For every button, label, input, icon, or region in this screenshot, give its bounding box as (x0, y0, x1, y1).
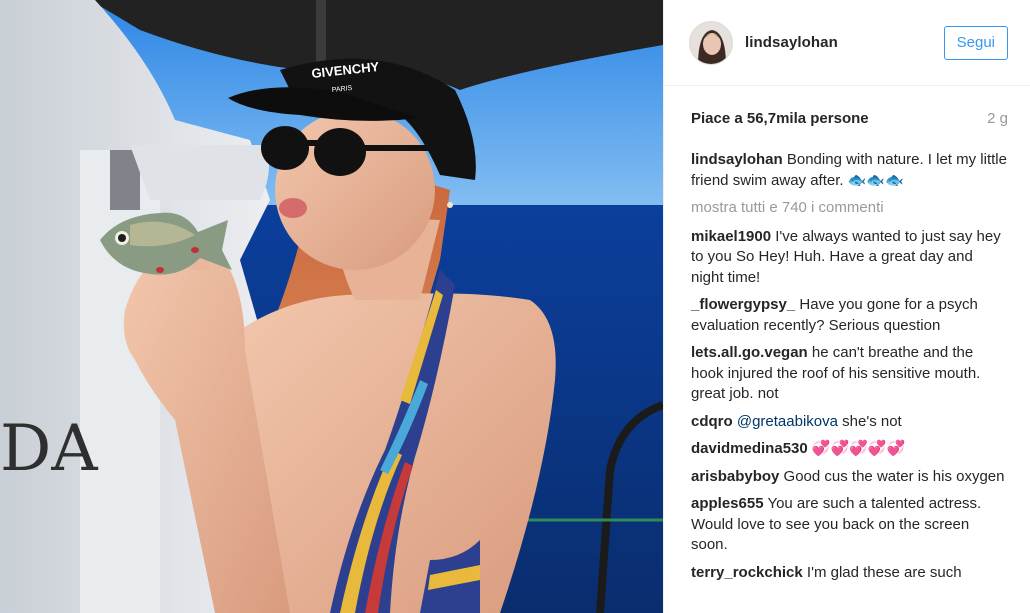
comment-username[interactable]: lets.all.go.vegan (691, 344, 808, 361)
comment-text: she's not (842, 412, 902, 430)
comment-username[interactable]: mikael1900 (691, 228, 771, 245)
comments-fade (664, 583, 1030, 613)
avatar[interactable] (689, 20, 733, 65)
comment: cdqro @gretaabikova she's not (691, 412, 1008, 433)
caption: lindsaylohan Bonding with nature. I let … (691, 150, 1008, 191)
username[interactable]: lindsaylohan (745, 34, 944, 51)
comment-username[interactable]: arisbabyboy (691, 468, 779, 485)
caption-username[interactable]: lindsaylohan (691, 151, 783, 168)
post-header: lindsaylohan Segui (664, 0, 1030, 86)
comment: lets.all.go.vegan he can't breathe and t… (691, 343, 1008, 405)
comment: arisbabyboy Good cus the water is his ox… (691, 467, 1008, 488)
instagram-post: DA GIVENCHY PARIS lindsaylohan Segui Pia… (0, 0, 1030, 613)
comment-username[interactable]: apples655 (691, 495, 764, 512)
post-time[interactable]: 2 g (987, 110, 1008, 127)
comment-username[interactable]: _flowergypsy_ (691, 296, 795, 313)
comment: _flowergypsy_ Have you gone for a psych … (691, 295, 1008, 336)
view-all-comments-link[interactable]: mostra tutti e 740 i commenti (691, 198, 1008, 219)
post-sidebar: lindsaylohan Segui Piace a 56,7mila pers… (663, 0, 1030, 613)
comment-text: I'm glad these are such (806, 563, 962, 581)
boat-lettering: DA (0, 412, 98, 486)
comments-list: lindsaylohan Bonding with nature. I let … (664, 150, 1030, 583)
comment-text: Good cus the water is his oxygen (783, 467, 1005, 485)
comment: mikael1900 I've always wanted to just sa… (691, 227, 1008, 289)
likes-count[interactable]: Piace a 56,7mila persone (691, 110, 869, 127)
comment-mention[interactable]: @gretaabikova (737, 413, 838, 430)
post-photo-image: DA GIVENCHY PARIS (0, 0, 663, 613)
comment-username[interactable]: terry_rockchick (691, 564, 803, 581)
comment-username[interactable]: cdqro (691, 413, 733, 430)
comment-username[interactable]: davidmedina530 (691, 440, 808, 457)
post-photo[interactable]: DA GIVENCHY PARIS (0, 0, 663, 613)
follow-button[interactable]: Segui (943, 25, 1008, 60)
comment: terry_rockchick I'm glad these are such (691, 563, 1008, 584)
comment: apples655 You are such a talented actres… (691, 494, 1008, 556)
post-stats: Piace a 56,7mila persone 2 g (664, 86, 1030, 150)
comment: davidmedina530 💞💞💞💞💞 (691, 439, 1008, 460)
avatar-image (690, 21, 732, 64)
comment-text: 💞💞💞💞💞 (811, 440, 906, 457)
